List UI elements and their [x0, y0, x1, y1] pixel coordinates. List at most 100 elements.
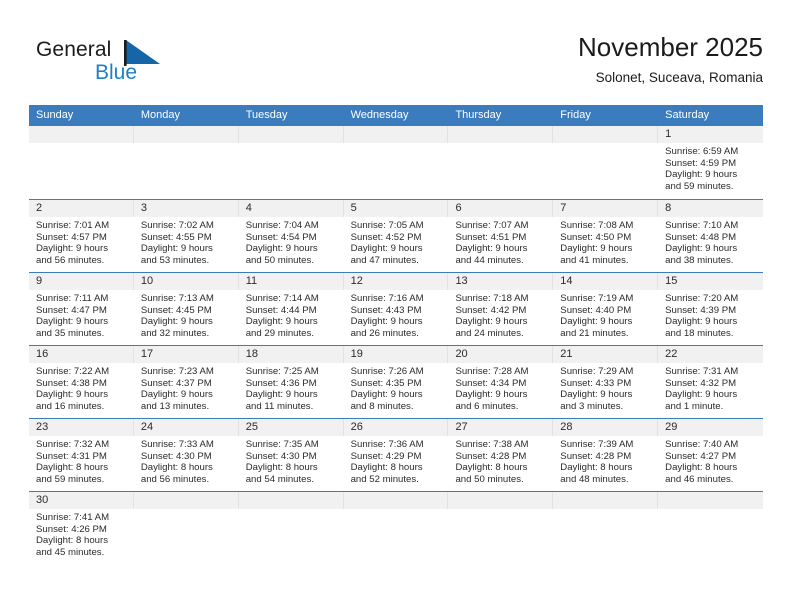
- day-cell[interactable]: 28 Sunrise: 7:39 AM Sunset: 4:28 PM Dayligh…: [553, 419, 659, 491]
- daylight-text-line1: Daylight: 9 hours: [665, 243, 738, 255]
- page-header: General Blue November 2025 Solonet, Suce…: [29, 30, 763, 98]
- sunrise-text: Sunrise: 7:10 AM: [665, 220, 739, 231]
- daylight-text-line2: and 41 minutes.: [560, 255, 629, 267]
- daylight-text-line1: Daylight: 9 hours: [560, 316, 633, 328]
- day-cell[interactable]: 22 Sunrise: 7:31 AM Sunset: 4:32 PM Dayligh…: [658, 346, 764, 418]
- day-cell[interactable]: 9 Sunrise: 7:11 AM Sunset: 4:47 PM Daylight…: [29, 273, 134, 345]
- day-cell[interactable]: 14 Sunrise: 7:19 AM Sunset: 4:40 PM Dayligh…: [553, 273, 659, 345]
- daylight-text-line2: and 13 minutes.: [140, 401, 210, 413]
- page-subtitle: Solonet, Suceava, Romania: [595, 70, 763, 85]
- day-cell[interactable]: 24 Sunrise: 7:33 AM Sunset: 4:30 PM Dayligh…: [133, 419, 239, 491]
- sunset-text: Sunset: 4:34 PM: [455, 377, 527, 389]
- weekday-header-friday: Friday: [560, 109, 591, 121]
- sunrise-text: Sunrise: 7:20 AM: [665, 293, 739, 304]
- day-cell[interactable]: 30 Sunrise: 7:41 AM Sunset: 4:26 PM Dayligh…: [29, 492, 134, 564]
- sunset-text: Sunset: 4:35 PM: [350, 377, 422, 389]
- weekday-header-wednesday: Wednesday: [350, 109, 409, 121]
- sunset-text: Sunset: 4:37 PM: [140, 377, 212, 389]
- sunset-text: Sunset: 4:48 PM: [665, 231, 737, 243]
- day-cell[interactable]: 18 Sunrise: 7:25 AM Sunset: 4:36 PM Dayligh…: [238, 346, 344, 418]
- day-number: 17: [133, 346, 239, 363]
- sunrise-text: Sunrise: 7:08 AM: [560, 220, 634, 231]
- day-cell[interactable]: [343, 492, 449, 564]
- sunset-text: Sunset: 4:59 PM: [665, 157, 737, 169]
- sunrise-text: Sunrise: 7:28 AM: [455, 366, 529, 377]
- day-cell[interactable]: [448, 126, 554, 199]
- day-cell[interactable]: [29, 126, 134, 199]
- day-number: 21: [553, 346, 659, 363]
- day-cell[interactable]: 7 Sunrise: 7:08 AM Sunset: 4:50 PM Daylight…: [553, 200, 659, 272]
- day-details: Sunrise: 7:11 AM Sunset: 4:47 PM Daylight:…: [29, 290, 134, 344]
- day-cell[interactable]: 6 Sunrise: 7:07 AM Sunset: 4:51 PM Daylight…: [448, 200, 554, 272]
- weekday-header-thursday: Thursday: [455, 109, 502, 121]
- day-cell[interactable]: 8 Sunrise: 7:10 AM Sunset: 4:48 PM Daylight…: [658, 200, 764, 272]
- day-cell[interactable]: 2 Sunrise: 7:01 AM Sunset: 4:57 PM Daylight…: [29, 200, 134, 272]
- day-cell[interactable]: 10 Sunrise: 7:13 AM Sunset: 4:45 PM Dayligh…: [133, 273, 239, 345]
- day-cell[interactable]: 17 Sunrise: 7:23 AM Sunset: 4:37 PM Dayligh…: [133, 346, 239, 418]
- daylight-text-line2: and 8 minutes.: [350, 401, 414, 413]
- day-cell[interactable]: 20 Sunrise: 7:28 AM Sunset: 4:34 PM Dayligh…: [448, 346, 554, 418]
- day-cell[interactable]: [448, 492, 554, 564]
- day-details: Sunrise: 7:13 AM Sunset: 4:45 PM Daylight:…: [134, 290, 239, 344]
- daylight-text-line2: and 11 minutes.: [245, 401, 314, 413]
- day-number: 11: [238, 273, 344, 290]
- sunset-text: Sunset: 4:40 PM: [560, 304, 632, 316]
- day-details: Sunrise: 7:35 AM Sunset: 4:30 PM Daylight:…: [239, 436, 344, 490]
- daylight-text-line1: Daylight: 9 hours: [36, 389, 108, 401]
- day-cell[interactable]: 21 Sunrise: 7:29 AM Sunset: 4:33 PM Dayligh…: [553, 346, 659, 418]
- day-cell[interactable]: 5 Sunrise: 7:05 AM Sunset: 4:52 PM Daylight…: [343, 200, 449, 272]
- sunset-text: Sunset: 4:27 PM: [665, 450, 737, 462]
- day-cell[interactable]: [553, 492, 659, 564]
- daylight-text-line2: and 6 minutes.: [455, 401, 519, 413]
- daylight-text-line2: and 56 minutes.: [36, 255, 105, 267]
- day-cell[interactable]: 19 Sunrise: 7:26 AM Sunset: 4:35 PM Dayligh…: [343, 346, 449, 418]
- day-cell[interactable]: 11 Sunrise: 7:14 AM Sunset: 4:44 PM Dayligh…: [238, 273, 344, 345]
- day-cell[interactable]: [553, 126, 659, 199]
- sunrise-text: Sunrise: 7:13 AM: [140, 293, 214, 304]
- daylight-text-line2: and 45 minutes.: [36, 547, 105, 559]
- day-cell[interactable]: [238, 492, 344, 564]
- daylight-text-line1: Daylight: 9 hours: [140, 316, 213, 328]
- day-cell[interactable]: 23 Sunrise: 7:32 AM Sunset: 4:31 PM Dayligh…: [29, 419, 134, 491]
- day-cell[interactable]: [133, 126, 239, 199]
- sunset-text: Sunset: 4:26 PM: [36, 523, 107, 535]
- day-cell[interactable]: 25 Sunrise: 7:35 AM Sunset: 4:30 PM Dayligh…: [238, 419, 344, 491]
- daylight-text-line1: Daylight: 9 hours: [560, 389, 633, 401]
- daylight-text-line2: and 29 minutes.: [245, 328, 314, 340]
- day-cell[interactable]: 29 Sunrise: 7:40 AM Sunset: 4:27 PM Dayligh…: [658, 419, 764, 491]
- daylight-text-line1: Daylight: 9 hours: [560, 243, 633, 255]
- daylight-text-line2: and 24 minutes.: [455, 328, 524, 340]
- day-details: Sunrise: 7:07 AM Sunset: 4:51 PM Daylight:…: [448, 217, 553, 271]
- sunrise-text: Sunrise: 7:32 AM: [36, 439, 110, 450]
- day-cell[interactable]: 1 Sunrise: 6:59 AM Sunset: 4:59 PM Daylight…: [658, 126, 764, 199]
- calendar-page: General Blue November 2025 Solonet, Suce…: [0, 0, 792, 612]
- day-cell[interactable]: [238, 126, 344, 199]
- day-number: 26: [343, 419, 449, 436]
- day-cell[interactable]: [658, 492, 764, 564]
- day-number: 28: [553, 419, 659, 436]
- day-details: Sunrise: 7:31 AM Sunset: 4:32 PM Daylight:…: [658, 363, 763, 417]
- day-cell[interactable]: [343, 126, 449, 199]
- day-cell[interactable]: 16 Sunrise: 7:22 AM Sunset: 4:38 PM Dayligh…: [29, 346, 134, 418]
- sunrise-text: Sunrise: 7:04 AM: [245, 220, 319, 231]
- day-cell[interactable]: 27 Sunrise: 7:38 AM Sunset: 4:28 PM Dayligh…: [448, 419, 554, 491]
- daylight-text-line1: Daylight: 8 hours: [455, 462, 528, 474]
- day-cell[interactable]: [133, 492, 239, 564]
- day-cell[interactable]: 26 Sunrise: 7:36 AM Sunset: 4:29 PM Dayligh…: [343, 419, 449, 491]
- daylight-text-line2: and 56 minutes.: [140, 474, 210, 486]
- day-cell[interactable]: 3 Sunrise: 7:02 AM Sunset: 4:55 PM Daylight…: [133, 200, 239, 272]
- daylight-text-line2: and 32 minutes.: [140, 328, 210, 340]
- day-details: Sunrise: 7:05 AM Sunset: 4:52 PM Daylight:…: [344, 217, 449, 271]
- day-details: Sunrise: 7:10 AM Sunset: 4:48 PM Daylight:…: [658, 217, 763, 271]
- daylight-text-line1: Daylight: 9 hours: [455, 243, 528, 255]
- day-number: 13: [448, 273, 554, 290]
- sunset-text: Sunset: 4:45 PM: [140, 304, 212, 316]
- day-number: [238, 492, 344, 509]
- day-details: Sunrise: 7:26 AM Sunset: 4:35 PM Daylight:…: [344, 363, 449, 417]
- day-cell[interactable]: 13 Sunrise: 7:18 AM Sunset: 4:42 PM Dayligh…: [448, 273, 554, 345]
- daylight-text-line2: and 59 minutes.: [36, 474, 105, 486]
- day-cell[interactable]: 15 Sunrise: 7:20 AM Sunset: 4:39 PM Dayligh…: [658, 273, 764, 345]
- day-cell[interactable]: 4 Sunrise: 7:04 AM Sunset: 4:54 PM Daylight…: [238, 200, 344, 272]
- day-cell[interactable]: 12 Sunrise: 7:16 AM Sunset: 4:43 PM Dayligh…: [343, 273, 449, 345]
- daylight-text-line1: Daylight: 8 hours: [665, 462, 738, 474]
